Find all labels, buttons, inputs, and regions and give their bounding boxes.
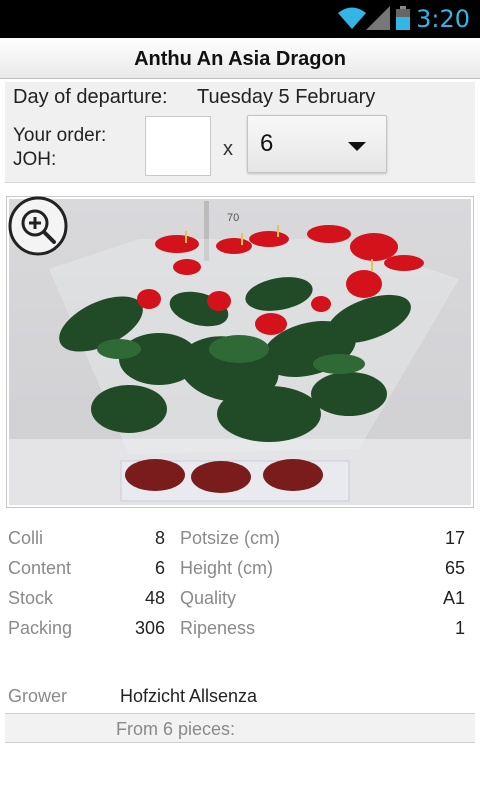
zoom-in-icon[interactable] (8, 196, 68, 256)
quantity-input[interactable] (145, 116, 211, 176)
spec-label: Quality (180, 588, 237, 608)
spec-row: Content 6 Height (cm) 65 (0, 556, 480, 586)
grower-label: Grower (8, 686, 68, 706)
spec-label: Potsize (cm) (180, 528, 281, 548)
product-photo-frame[interactable]: 70 (6, 196, 474, 508)
pricing-from-text: From 6 pieces: (116, 719, 236, 739)
spec-row: Colli 8 Potsize (cm) 17 (0, 526, 480, 556)
status-clock: 3:20 (416, 5, 470, 33)
ruler-mark: 70 (227, 212, 239, 224)
battery-icon (396, 6, 410, 30)
pricing-row: From 6 pieces: (5, 714, 475, 743)
spec-label: Height (cm) (180, 558, 274, 578)
spec-row: Packing 306 Ripeness 1 (0, 616, 480, 646)
order-label: Your order: JOH: (13, 124, 106, 172)
spec-label: Packing (8, 618, 73, 638)
spec-label: Stock (8, 588, 54, 608)
grower-row: Grower Hofzicht Allsenza (0, 684, 480, 712)
order-label-line2: JOH: (13, 149, 57, 170)
order-panel: Day of departure: Tuesday 5 February You… (5, 82, 475, 183)
spec-label: Colli (8, 528, 44, 548)
signal-icon (366, 6, 390, 30)
spec-value: 8 (154, 528, 165, 548)
multiplier-select[interactable]: 6 (247, 115, 387, 173)
multiplier-selected-value: 6 (260, 130, 274, 157)
spec-label: Content (8, 558, 72, 578)
product-specs: Colli 8 Potsize (cm) 17 Content 6 Height… (0, 526, 480, 646)
spec-value: 17 (444, 528, 465, 548)
spec-row: Stock 48 Quality A1 (0, 586, 480, 616)
departure-label: Day of departure: (13, 86, 168, 108)
spec-label: Ripeness (180, 618, 256, 638)
departure-value: Tuesday 5 February (197, 86, 376, 108)
grower-value: Hofzicht Allsenza (120, 686, 258, 706)
page-title: Anthu An Asia Dragon (0, 38, 480, 79)
chevron-down-icon (348, 142, 366, 151)
product-photo: 70 (9, 199, 471, 505)
spec-value: 306 (134, 618, 165, 638)
status-bar: 3:20 (0, 0, 480, 38)
wifi-icon (338, 7, 366, 29)
spec-value: A1 (442, 588, 465, 608)
spec-value: 65 (444, 558, 465, 578)
spec-value: 48 (144, 588, 165, 608)
times-symbol: x (223, 138, 233, 160)
order-label-line1: Your order: (13, 125, 107, 146)
spec-value: 1 (454, 618, 465, 638)
spec-value: 6 (154, 558, 165, 578)
